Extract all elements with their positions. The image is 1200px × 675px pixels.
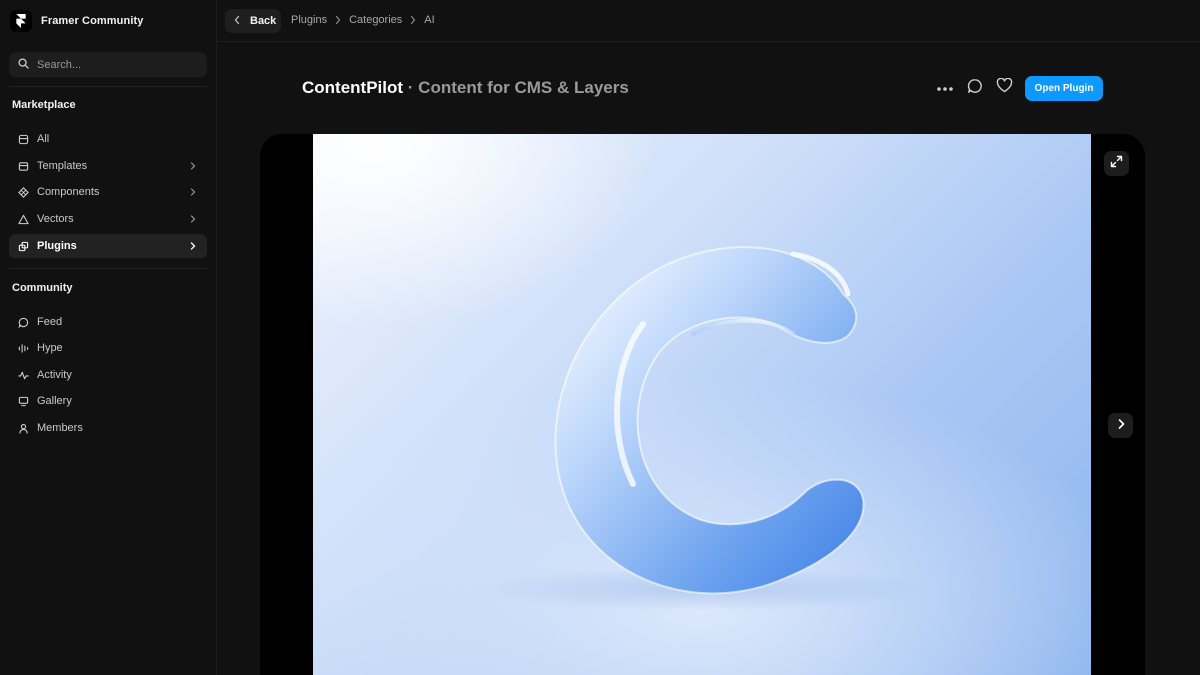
sidebar-item-label: Activity: [37, 369, 72, 381]
pulse-icon: [17, 369, 29, 381]
app: Framer Community Marketplace All Temp: [0, 0, 1200, 675]
chevron-left-icon: [233, 15, 241, 28]
framer-logo-icon: [10, 10, 32, 32]
sidebar-item-label: Members: [37, 422, 83, 434]
sidebar-item-label: All: [37, 133, 50, 145]
page-title: ContentPilot · Content for CMS & Layers: [302, 78, 629, 98]
topbar: Back Plugins Categories AI: [217, 0, 1200, 42]
sidebar-item-activity[interactable]: Activity: [9, 363, 207, 387]
components-icon: [17, 186, 29, 198]
chat-bubble-icon: [967, 78, 983, 99]
sidebar-item-all[interactable]: All: [9, 127, 207, 151]
triangle-icon: [17, 213, 29, 225]
sidebar-item-plugins[interactable]: Plugins: [9, 234, 207, 258]
sidebar-item-label: Plugins: [37, 240, 77, 252]
sidebar-item-hype[interactable]: Hype: [9, 336, 207, 360]
sidebar-item-components[interactable]: Components: [9, 180, 207, 204]
chevron-right-icon: [187, 186, 199, 198]
box-icon: [17, 133, 29, 145]
sidebar-item-feed[interactable]: Feed: [9, 310, 207, 334]
brand-name: Framer Community: [41, 15, 144, 27]
sidebar-item-templates[interactable]: Templates: [9, 154, 207, 178]
breadcrumb-ai[interactable]: AI: [424, 14, 434, 26]
sidebar-item-gallery[interactable]: Gallery: [9, 389, 207, 413]
section-title-community: Community: [12, 282, 73, 294]
chat-bubble-icon: [17, 316, 29, 328]
sidebar-item-label: Gallery: [37, 395, 72, 407]
plugin-name: ContentPilot: [302, 78, 404, 97]
back-label: Back: [250, 15, 277, 27]
open-plugin-button[interactable]: Open Plugin: [1025, 76, 1103, 101]
chevron-right-icon: [187, 160, 199, 172]
more-options-button[interactable]: [935, 78, 955, 98]
contentpilot-c-logo-icon: [473, 246, 933, 611]
like-button[interactable]: [994, 77, 1014, 98]
sidebar-item-members[interactable]: Members: [9, 416, 207, 440]
ellipsis-icon: [936, 79, 954, 97]
breadcrumb-categories[interactable]: Categories: [349, 14, 402, 26]
sidebar-item-vectors[interactable]: Vectors: [9, 207, 207, 231]
monitor-icon: [17, 395, 29, 407]
expand-icon: [1110, 155, 1123, 173]
person-icon: [17, 422, 29, 434]
sidebar-item-label: Templates: [37, 160, 88, 172]
chevron-right-icon: [409, 15, 417, 25]
chevron-right-icon: [1116, 417, 1126, 435]
chevron-right-icon: [334, 15, 342, 25]
chevron-right-icon: [187, 240, 199, 252]
divider: [9, 268, 207, 269]
comment-button[interactable]: [965, 78, 985, 98]
sidebar-item-label: Feed: [37, 316, 63, 328]
divider: [9, 86, 207, 87]
search-box[interactable]: [9, 52, 207, 77]
breadcrumb: Plugins Categories AI: [291, 14, 435, 26]
breadcrumb-plugins[interactable]: Plugins: [291, 14, 327, 26]
plugin-icon: [17, 240, 29, 252]
plugin-tagline: · Content for CMS & Layers: [407, 78, 629, 97]
sidebar-item-label: Components: [37, 186, 100, 198]
search-icon: [18, 56, 29, 74]
preview-image: [313, 134, 1091, 675]
search-input[interactable]: [37, 58, 197, 71]
preview-gallery: [260, 134, 1145, 675]
bars-icon: [17, 342, 29, 354]
chevron-right-icon: [187, 213, 199, 225]
next-image-button[interactable]: [1108, 413, 1133, 438]
heart-icon: [996, 77, 1013, 98]
sidebar-item-label: Hype: [37, 342, 63, 354]
brand[interactable]: Framer Community: [10, 10, 143, 32]
sidebar: Framer Community Marketplace All Temp: [0, 0, 217, 675]
section-title-marketplace: Marketplace: [12, 99, 76, 111]
expand-button[interactable]: [1104, 151, 1129, 176]
template-icon: [17, 160, 29, 172]
back-button[interactable]: Back: [225, 9, 281, 33]
sidebar-item-label: Vectors: [37, 213, 74, 225]
